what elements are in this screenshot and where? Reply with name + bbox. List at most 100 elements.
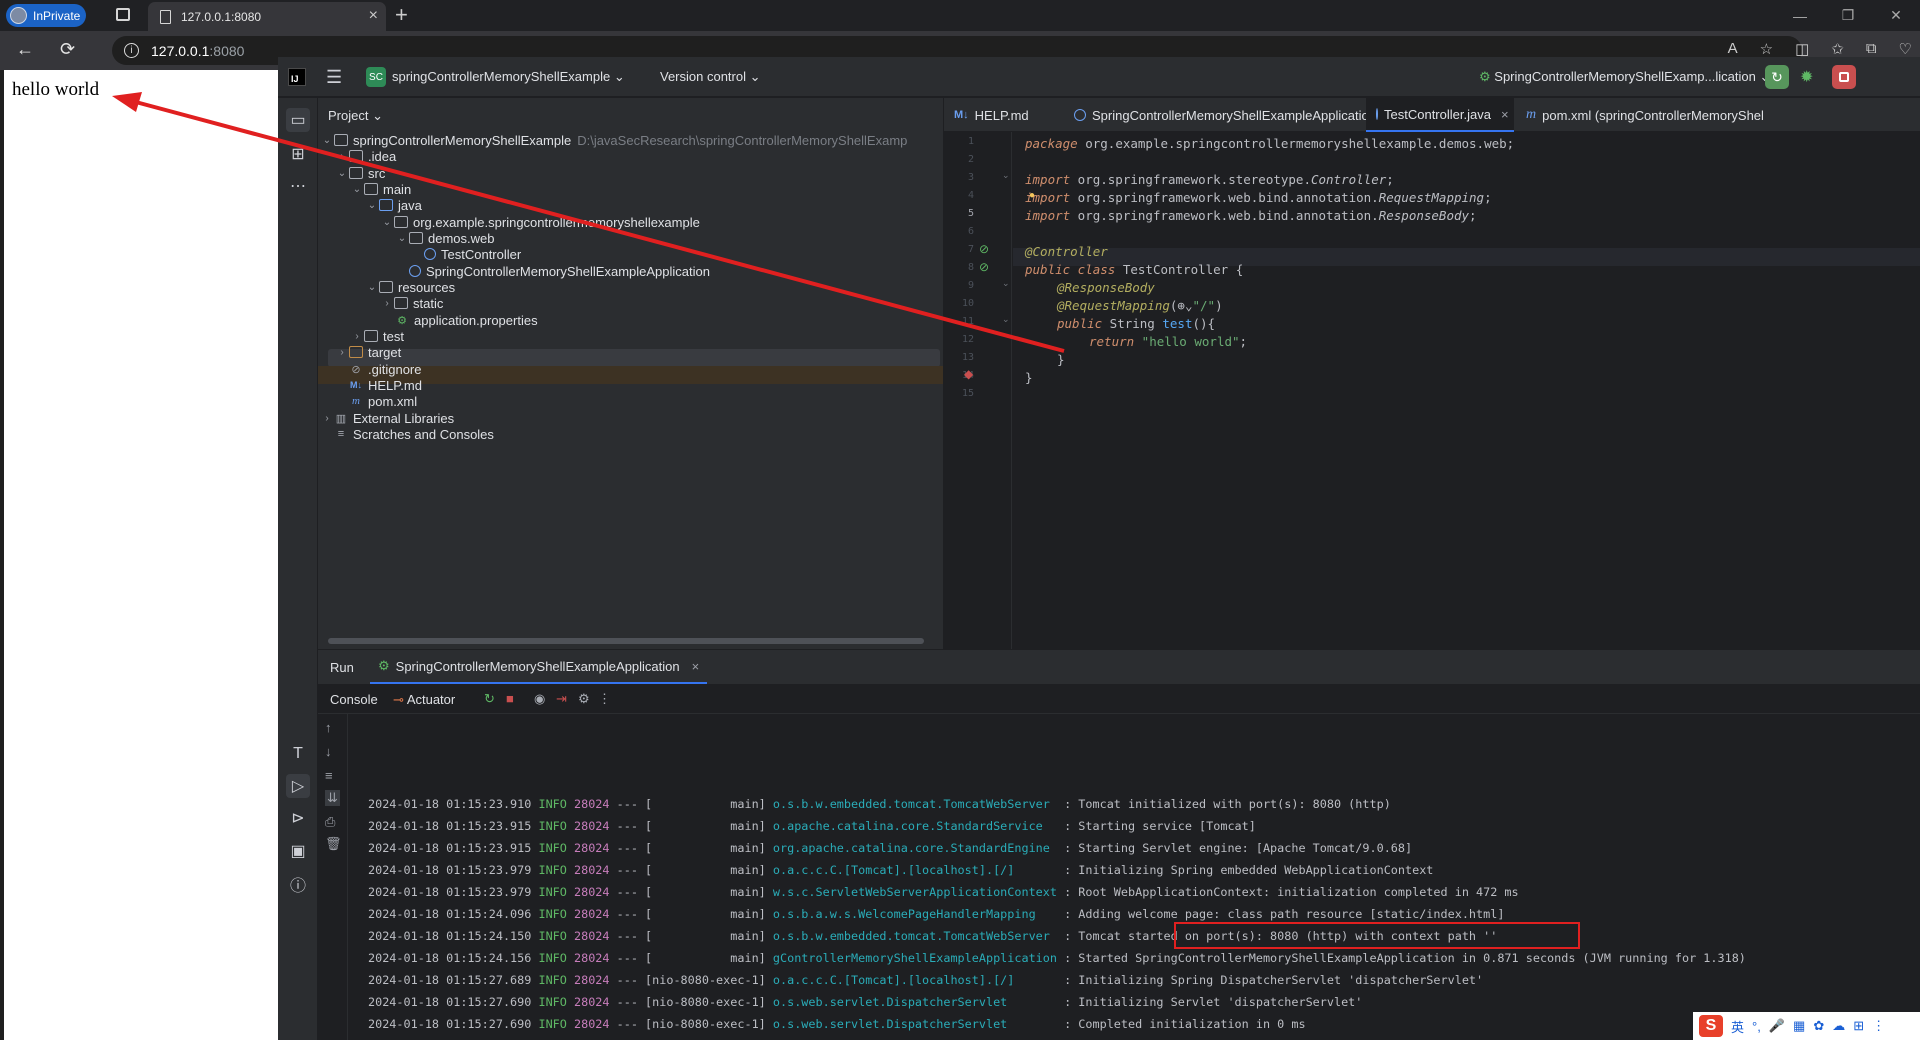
tab-actions-icon[interactable]	[116, 8, 130, 21]
code-line-13[interactable]: }	[1057, 352, 1065, 367]
editor-gutter: 1 2 3 4 5 6 7 8 9 10 11 12 13 14 15 ⊘ ⊘ …	[944, 132, 1012, 649]
close-window-icon[interactable]: ✕	[1872, 0, 1920, 31]
browser-tab-active[interactable]: 127.0.0.1:8080 ×	[148, 2, 386, 31]
breakpoint-icon[interactable]: ◆	[964, 367, 973, 381]
build-tool-icon[interactable]: T	[286, 742, 310, 766]
version-control-menu[interactable]: Version control ⌄	[660, 69, 761, 85]
rerun-icon[interactable]: ↻	[484, 691, 495, 707]
run-tool-icon[interactable]: ▷	[286, 774, 310, 798]
run-tab-bar: Run ⚙ SpringControllerMemoryShellExample…	[318, 650, 1920, 684]
tree-item-application-properties[interactable]: ⚙ application.properties	[395, 310, 538, 330]
code-line-7[interactable]: @Controller	[1025, 244, 1108, 259]
ime-mode-label[interactable]: 英	[1731, 1017, 1744, 1036]
favorites-icon[interactable]: ✩	[1831, 40, 1844, 58]
sogou-logo-icon[interactable]: S	[1699, 1015, 1723, 1037]
keyboard-icon[interactable]: ▦	[1793, 1018, 1805, 1034]
page-icon	[160, 9, 171, 24]
project-panel-title[interactable]: Project ⌄	[328, 108, 383, 124]
code-line-5[interactable]: import org.springframework.web.bind.anno…	[1025, 208, 1477, 223]
mic-icon[interactable]: 🎤	[1769, 1018, 1785, 1034]
screenshot-icon[interactable]: ◉	[534, 691, 545, 707]
code-line-14[interactable]: }	[1025, 370, 1033, 385]
tab-testcontroller-java[interactable]: TestController.java ×	[1366, 98, 1514, 132]
actuator-tab[interactable]: ⊸ Actuator	[393, 692, 455, 708]
code-editor: M↓ HELP.md SpringControllerMemoryShellExa…	[944, 98, 1920, 649]
main-menu-icon[interactable]: ☰	[326, 67, 342, 88]
intellij-logo-icon[interactable]: IJ	[288, 68, 306, 86]
code-line-1[interactable]: package org.example.springcontrollermemo…	[1025, 136, 1514, 151]
cloud-icon[interactable]: ☁	[1832, 1018, 1845, 1034]
run-app-tab[interactable]: ⚙ SpringControllerMemoryShellExampleAppl…	[370, 650, 708, 684]
spring-icon: ⚙	[378, 658, 390, 673]
fold-icon[interactable]: ⌄	[1002, 314, 1010, 325]
code-line-11[interactable]: public String test(){	[1057, 316, 1215, 331]
scroll-down-icon[interactable]: ↓	[325, 744, 332, 759]
close-tab-icon[interactable]: ×	[692, 659, 700, 674]
favorite-star-icon[interactable]: ☆	[1760, 40, 1773, 58]
fold-icon[interactable]: ⌄	[1002, 170, 1010, 181]
refresh-icon[interactable]: ⟳	[60, 39, 75, 60]
project-badge[interactable]: SC	[366, 67, 386, 87]
menu-icon[interactable]: ⋮	[1872, 1018, 1885, 1034]
skin-icon[interactable]: ✿	[1813, 1018, 1824, 1034]
heart-icon[interactable]: ♡	[1899, 40, 1912, 58]
tree-item-scratches[interactable]: ≡ Scratches and Consoles	[334, 424, 494, 444]
project-switcher[interactable]: springControllerMemoryShellExample ⌄	[392, 69, 625, 85]
site-info-icon[interactable]: i	[124, 43, 139, 58]
tab-help-md[interactable]: M↓ HELP.md	[944, 98, 1039, 132]
soft-wrap-icon[interactable]: ≡	[325, 768, 333, 783]
structure-tool-icon[interactable]: ⊞	[286, 142, 310, 166]
tree-item-root[interactable]: ⌄ springControllerMemoryShellExample D:\ja…	[320, 130, 908, 150]
restore-icon[interactable]: ❐	[1824, 0, 1872, 31]
more-tools-icon[interactable]: ⋯	[286, 174, 310, 198]
project-panel: Project ⌄ ⌄ springControllerMemoryShellEx…	[318, 98, 943, 649]
rerun-button[interactable]: ↻	[1765, 65, 1789, 89]
more-options-icon[interactable]: ⋮	[598, 691, 611, 707]
intellij-window: IJ ☰ SC springControllerMemoryShellExamp…	[278, 57, 1920, 1040]
scroll-up-icon[interactable]: ↑	[325, 720, 332, 735]
back-icon[interactable]: ←	[16, 39, 34, 60]
project-horizontal-scrollbar[interactable]	[328, 638, 924, 644]
tab-pom-xml[interactable]: m pom.xml (springControllerMemoryShel	[1516, 98, 1774, 132]
collections-icon[interactable]: ⧉	[1866, 40, 1877, 58]
stop-icon[interactable]: ■	[506, 691, 514, 706]
console-tab[interactable]: Console	[330, 692, 378, 707]
run-toolbar: Console ⊸ Actuator ↻ ■ ◉ ⇥ ⚙ ⋮	[318, 684, 1920, 714]
debug-icon[interactable]: ✹	[1800, 67, 1813, 87]
problems-tool-icon[interactable]: ⓘ	[286, 872, 310, 896]
clear-console-icon[interactable]: 🗑	[325, 836, 342, 852]
avatar-icon	[10, 7, 27, 24]
code-line-9[interactable]: @ResponseBody	[1057, 280, 1155, 295]
intention-bulb-icon[interactable]: ●	[1029, 190, 1035, 201]
exit-icon[interactable]: ⇥	[556, 691, 567, 707]
services-tool-icon[interactable]: ⊳	[286, 806, 310, 830]
bean-gutter-icon[interactable]: ⊘	[979, 260, 989, 274]
stop-button[interactable]	[1832, 65, 1856, 89]
project-tool-icon[interactable]: ▭	[286, 108, 310, 132]
read-aloud-icon[interactable]: A	[1728, 40, 1738, 58]
fold-icon[interactable]: ⌄	[1002, 278, 1010, 289]
code-line-12[interactable]: return "hello world";	[1089, 334, 1247, 349]
bean-gutter-icon[interactable]: ⊘	[979, 242, 989, 256]
code-line-8[interactable]: public class TestController {	[1025, 262, 1243, 277]
punctuation-icon[interactable]: °,	[1752, 1019, 1761, 1034]
tab-application-java[interactable]: SpringControllerMemoryShellExampleApplic…	[1064, 98, 1413, 132]
new-tab-icon[interactable]: +	[395, 2, 408, 28]
minimize-icon[interactable]: —	[1776, 0, 1824, 31]
tab-title: 127.0.0.1:8080	[181, 9, 262, 24]
tab-close-icon[interactable]: ×	[369, 7, 378, 25]
terminal-tool-icon[interactable]: ▣	[286, 839, 310, 863]
page-body-text: hello world	[12, 79, 100, 100]
inprivate-label: InPrivate	[33, 8, 81, 23]
toolbox-icon[interactable]: ⊞	[1853, 1018, 1864, 1034]
inprivate-badge[interactable]: InPrivate	[6, 4, 86, 27]
print-icon[interactable]: ⎙	[325, 814, 335, 830]
settings-icon[interactable]: ⚙	[578, 691, 590, 707]
scroll-to-end-icon[interactable]: ⇊	[325, 790, 340, 806]
run-configuration-selector[interactable]: ⚙ SpringControllerMemoryShellExamp...lic…	[1479, 69, 1770, 85]
code-line-3[interactable]: import org.springframework.stereotype.Co…	[1025, 172, 1394, 187]
code-line-4[interactable]: import org.springframework.web.bind.anno…	[1025, 190, 1492, 205]
code-line-10[interactable]: @RequestMapping(⊕⌄"/")	[1057, 298, 1223, 313]
console-side-toolbar: ↑ ↓ ≡ ⇊ ⎙ 🗑	[318, 714, 348, 1040]
split-screen-icon[interactable]: ◫	[1795, 40, 1809, 58]
